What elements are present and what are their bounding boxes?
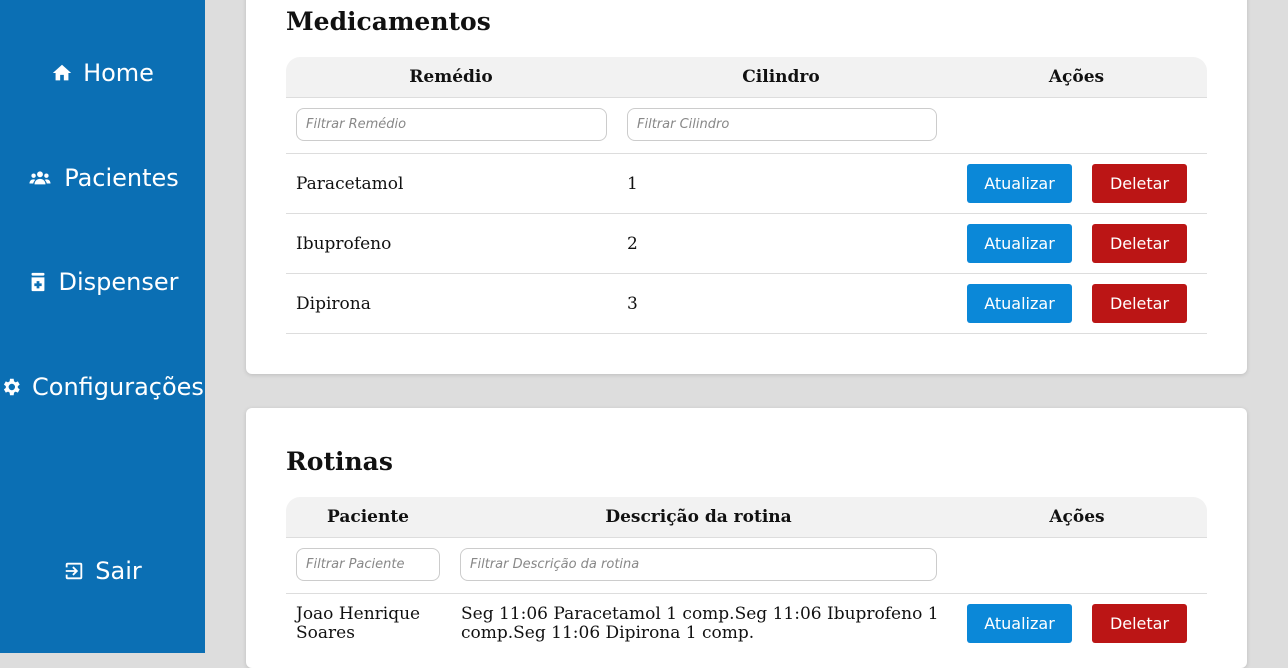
cell-remedio: Ibuprofeno (296, 233, 392, 254)
sidebar-item-label: Configurações (32, 373, 204, 401)
column-header-acoes: Ações (1049, 507, 1105, 527)
column-header-cilindro: Cilindro (742, 67, 820, 87)
logout-icon (66, 562, 83, 580)
sidebar: Home Pacientes Dispenser Configurações S… (0, 0, 205, 653)
sidebar-item-dispenser[interactable]: Dispenser (0, 262, 205, 302)
cell-cilindro: 1 (627, 173, 638, 194)
column-header-descricao: Descrição da rotina (605, 507, 792, 527)
sidebar-item-sair[interactable]: Sair (0, 551, 205, 591)
sidebar-item-label: Home (83, 59, 154, 87)
update-button[interactable]: Atualizar (967, 604, 1072, 643)
filter-remedio-input[interactable] (296, 108, 607, 141)
delete-button[interactable]: Deletar (1092, 284, 1187, 323)
rotinas-table-header: Paciente Descrição da rotina Ações (286, 497, 1207, 538)
medicamentos-title: Medicamentos (286, 7, 491, 36)
cell-cilindro: 2 (627, 233, 638, 254)
cell-descricao: Seg 11:06 Paracetamol 1 comp.Seg 11:06 I… (461, 603, 939, 643)
cell-cilindro: 3 (627, 293, 638, 314)
table-row: Dipirona 3 Atualizar Deletar (286, 274, 1207, 334)
delete-button[interactable]: Deletar (1092, 224, 1187, 263)
filter-cilindro-input[interactable] (627, 108, 937, 141)
update-button[interactable]: Atualizar (967, 224, 1072, 263)
sidebar-item-pacientes[interactable]: Pacientes (0, 158, 205, 198)
filter-row (286, 538, 1207, 594)
cell-remedio: Dipirona (296, 293, 371, 314)
cell-paciente: Joao Henrique Soares (296, 603, 421, 643)
delete-button[interactable]: Deletar (1092, 164, 1187, 203)
table-row: Ibuprofeno 2 Atualizar Deletar (286, 214, 1207, 274)
filter-paciente-input[interactable] (296, 548, 440, 581)
home-icon (52, 64, 72, 81)
filter-descricao-input[interactable] (460, 548, 937, 581)
sidebar-item-configuracoes[interactable]: Configurações (0, 367, 205, 407)
column-header-acoes: Ações (1048, 67, 1105, 87)
sidebar-item-label: Sair (95, 557, 142, 585)
gear-icon (3, 378, 20, 396)
users-icon (29, 171, 51, 185)
sidebar-item-label: Pacientes (64, 164, 179, 192)
filter-row (286, 98, 1207, 154)
medicamentos-table-header: Remédio Cilindro Ações (286, 57, 1207, 98)
column-header-paciente: Paciente (327, 507, 409, 527)
rotinas-card: Rotinas Paciente Descrição da rotina Açõ… (246, 408, 1247, 668)
rotinas-title: Rotinas (286, 447, 393, 476)
sidebar-item-home[interactable]: Home (0, 53, 205, 93)
sidebar-item-label: Dispenser (58, 268, 179, 296)
update-button[interactable]: Atualizar (967, 164, 1072, 203)
medicine-box-icon (31, 272, 44, 292)
cell-remedio: Paracetamol (296, 173, 404, 194)
update-button[interactable]: Atualizar (967, 284, 1072, 323)
medicamentos-card: Medicamentos Remédio Cilindro Ações Para… (246, 0, 1247, 374)
delete-button[interactable]: Deletar (1092, 604, 1187, 643)
column-header-remedio: Remédio (409, 67, 493, 87)
table-row: Paracetamol 1 Atualizar Deletar (286, 154, 1207, 214)
table-row: Joao Henrique Soares Seg 11:06 Paracetam… (286, 594, 1207, 653)
